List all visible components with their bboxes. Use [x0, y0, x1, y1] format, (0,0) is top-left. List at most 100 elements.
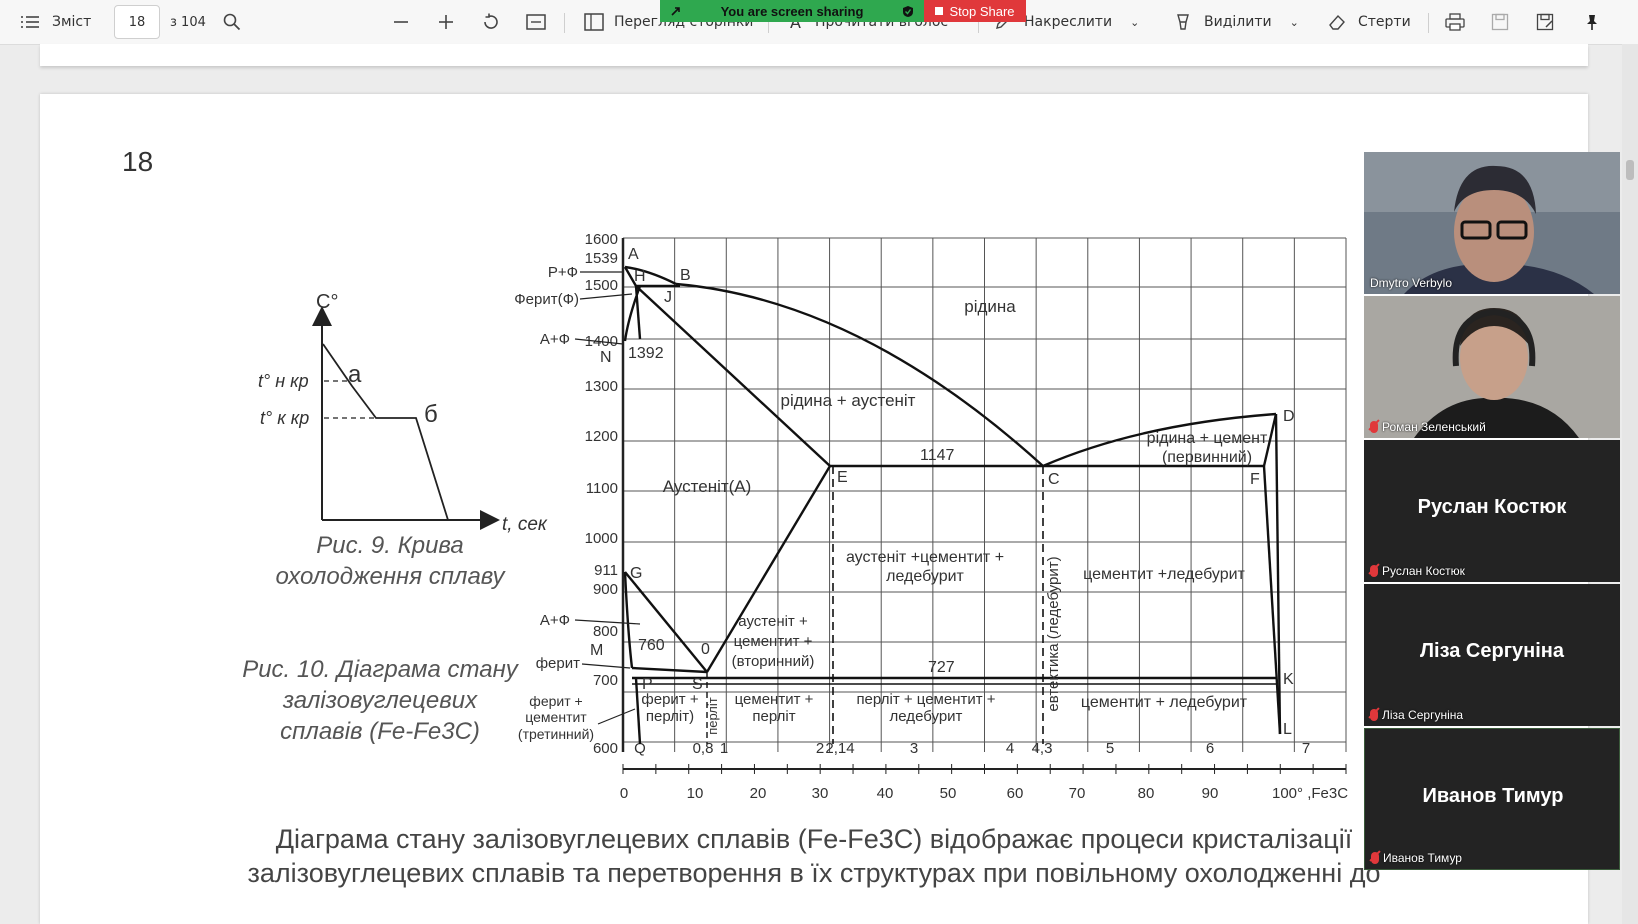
left-label-ferrite-f: Ферит(Ф) — [514, 291, 579, 308]
region-pearlite: перліт — [705, 697, 720, 735]
contents-label: Зміст — [52, 14, 92, 30]
point-label-f: F — [1250, 471, 1260, 488]
carbon-tick-label: 7 — [1302, 740, 1310, 757]
region-cementite-ledeburite-top: цементит +ледебурит — [1083, 566, 1245, 583]
carbon-tick-label: 4,3 — [1032, 740, 1053, 757]
point-label-a: A — [628, 246, 639, 263]
printer-icon — [1445, 13, 1465, 31]
y-tick-label: 600 — [593, 740, 618, 757]
highlight-button[interactable]: Виділити ⌄ — [1174, 0, 1299, 44]
point-label-l: L — [1283, 721, 1292, 738]
participant-tile-ivanov[interactable]: Иванов Тимур Иванов Тимур — [1364, 728, 1620, 870]
pin-button[interactable] — [1583, 0, 1601, 44]
carbon-tick-label: 0,8 — [693, 740, 714, 757]
highlight-label: Виділити — [1204, 14, 1272, 30]
x-tick-label: 30 — [812, 785, 829, 802]
region-liquid-cementite: рідина + цемент — [1147, 430, 1268, 447]
x-tick-label: 50 — [940, 785, 957, 802]
participant-name: Иванов Тимур — [1383, 851, 1462, 865]
carbon-tick-label: 5 — [1106, 740, 1114, 757]
save-icon — [1491, 13, 1509, 31]
y-tick-label: 1539 — [585, 250, 618, 267]
left-label-ferrite-cem: ферит + — [529, 693, 582, 709]
save-as-button[interactable] — [1536, 0, 1554, 44]
zoom-out-button[interactable] — [392, 0, 410, 44]
contents-button[interactable]: Зміст — [20, 0, 91, 44]
video-feed-dmytro — [1364, 152, 1620, 294]
chevron-down-icon[interactable]: ⌄ — [1290, 16, 1299, 29]
phase-boundary — [634, 677, 642, 745]
fit-page-button[interactable] — [526, 0, 546, 44]
page-total: з 104 — [170, 14, 206, 30]
search-button[interactable] — [223, 0, 241, 44]
participant-display-name: Руслан Костюк — [1417, 496, 1567, 518]
point-label-d: D — [1283, 408, 1295, 425]
chevron-down-icon[interactable]: ⌄ — [1130, 16, 1139, 29]
previous-page-edge — [40, 44, 1588, 66]
save-as-icon — [1536, 13, 1554, 31]
mic-muted-icon — [1371, 852, 1379, 864]
y-tick-label: 1600 — [585, 231, 618, 248]
point-label-b: B — [680, 267, 691, 284]
y-tick-label: 700 — [593, 672, 618, 689]
scrollbar-thumb[interactable] — [1626, 160, 1634, 180]
left-label-pf: P+Ф — [548, 264, 578, 281]
y-tick-label: 800 — [593, 623, 618, 640]
x-tick-label: 20 — [750, 785, 767, 802]
plus-icon — [439, 15, 453, 29]
region-ferrite-pearlite: ферит + — [641, 691, 698, 708]
mic-muted-icon — [1370, 565, 1378, 577]
region-cementite-ledeburite-bottom: цементит + ледебурит — [1081, 694, 1248, 711]
zoom-in-button[interactable] — [437, 0, 455, 44]
temp-label-727: 727 — [928, 659, 955, 676]
x-tick-label: 90 — [1202, 785, 1219, 802]
eraser-icon — [1329, 14, 1345, 30]
page-view-icon — [584, 13, 604, 31]
region-austenite-cementite-ledeburite: аустеніт +цементит + — [846, 549, 1004, 566]
page-number-input[interactable]: 18 — [114, 5, 160, 39]
carbon-tick-label: 6 — [1206, 740, 1214, 757]
point-label-g: G — [630, 565, 642, 582]
point-label-n: N — [600, 349, 612, 366]
rotate-button[interactable] — [481, 0, 501, 44]
body-line-1: Діаграма стану залізовуглецевих сплавів … — [275, 824, 1353, 854]
region-austenite-cementite-secondary: (вторинний) — [732, 653, 815, 670]
y-tick-label: 1000 — [585, 530, 618, 547]
participant-display-name: Иванов Тимур — [1422, 785, 1564, 807]
pin-icon — [1587, 15, 1597, 30]
list-icon — [21, 16, 39, 28]
left-label-ferrite-cem: цементит — [525, 709, 587, 725]
print-button[interactable] — [1445, 0, 1465, 44]
region-austenite-cementite-secondary: аустеніт + — [738, 613, 808, 630]
participant-tile-liza[interactable]: Ліза Сергуніна Ліза Сергуніна — [1364, 584, 1620, 726]
save-button[interactable] — [1491, 0, 1509, 44]
rotate-icon — [484, 13, 498, 29]
participant-tile-dmytro[interactable]: Dmytro Verbylo — [1364, 152, 1620, 294]
left-label-af-top: А+Ф — [540, 331, 570, 348]
region-austenite-cementite-ledeburite: ледебурит — [886, 568, 964, 585]
participant-tile-ruslan[interactable]: Руслан Костюк Руслан Костюк — [1364, 440, 1620, 582]
x-tick-label: 10 — [687, 785, 704, 802]
carbon-tick-label: 2 — [816, 740, 824, 757]
left-label-ferrite-cem: (третинний) — [518, 726, 594, 742]
temp-label-1147: 1147 — [920, 447, 955, 464]
minus-icon — [394, 21, 408, 23]
participant-tile-roman[interactable]: Роман Зеленський — [1364, 296, 1620, 438]
participants-panel: Dmytro Verbylo Роман Зеленський Руслан К… — [1364, 152, 1620, 874]
stop-share-button[interactable]: Stop Share — [924, 0, 1026, 22]
region-cementite-pearlite: перліт — [752, 708, 795, 725]
x-tick-label: 80 — [1138, 785, 1155, 802]
participant-label: Ліза Сергуніна — [1370, 708, 1463, 722]
left-label-ferrite: ферит — [536, 655, 580, 672]
region-cementite-pearlite: цементит + — [735, 691, 814, 708]
x-tick-label: 60 — [1007, 785, 1024, 802]
share-status[interactable]: You are screen sharing — [660, 0, 924, 22]
y-tick-label: 1100 — [586, 480, 618, 497]
x-tick-label: 100° ,Fe3C — [1272, 785, 1348, 802]
carbon-tick-label: 4 — [1006, 740, 1014, 757]
y-tick-label: 900 — [593, 581, 618, 598]
participant-label: Иванов Тимур — [1371, 851, 1462, 865]
erase-button[interactable]: Стерти — [1328, 0, 1411, 44]
participant-label: Dmytro Verbylo — [1370, 276, 1452, 290]
mic-muted-icon — [1370, 709, 1378, 721]
